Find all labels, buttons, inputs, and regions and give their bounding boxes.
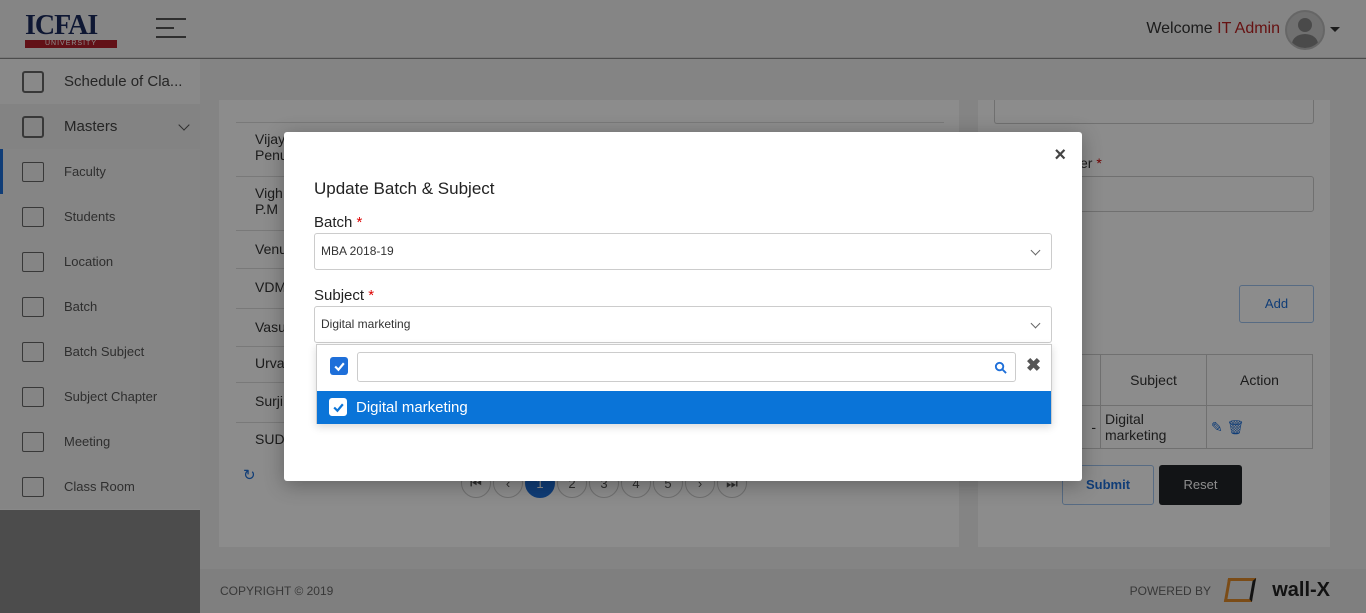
- search-icon[interactable]: [994, 361, 1007, 374]
- required-mark: *: [368, 287, 375, 304]
- dropdown-option-digital-marketing[interactable]: Digital marketing: [317, 391, 1051, 424]
- option-label: Digital marketing: [356, 399, 468, 416]
- checkmark-icon: [333, 362, 345, 371]
- select-all-checkbox[interactable]: [330, 357, 348, 375]
- close-icon[interactable]: ×: [1054, 144, 1066, 167]
- batch-value: MBA 2018-19: [321, 244, 394, 258]
- batch-label-text: Batch: [314, 214, 353, 231]
- chevron-down-icon: [1030, 245, 1041, 256]
- batch-select[interactable]: MBA 2018-19: [314, 233, 1052, 270]
- subject-select[interactable]: Digital marketing: [314, 306, 1052, 343]
- dropdown-search-input[interactable]: [357, 352, 1016, 382]
- modal-title: Update Batch & Subject: [314, 179, 495, 198]
- subject-label: Subject *: [314, 287, 374, 304]
- chevron-down-icon: [1030, 318, 1041, 329]
- checkmark-icon: [332, 403, 344, 412]
- subject-label-text: Subject: [314, 287, 365, 304]
- clear-icon[interactable]: ✖: [1026, 355, 1041, 376]
- update-batch-subject-modal: × Update Batch & Subject Batch * MBA 201…: [284, 132, 1082, 481]
- subject-dropdown: ✖ Digital marketing: [316, 344, 1052, 424]
- required-mark: *: [356, 214, 363, 231]
- batch-label: Batch *: [314, 214, 362, 231]
- option-checkbox[interactable]: [329, 398, 347, 416]
- subject-value: Digital marketing: [321, 317, 411, 331]
